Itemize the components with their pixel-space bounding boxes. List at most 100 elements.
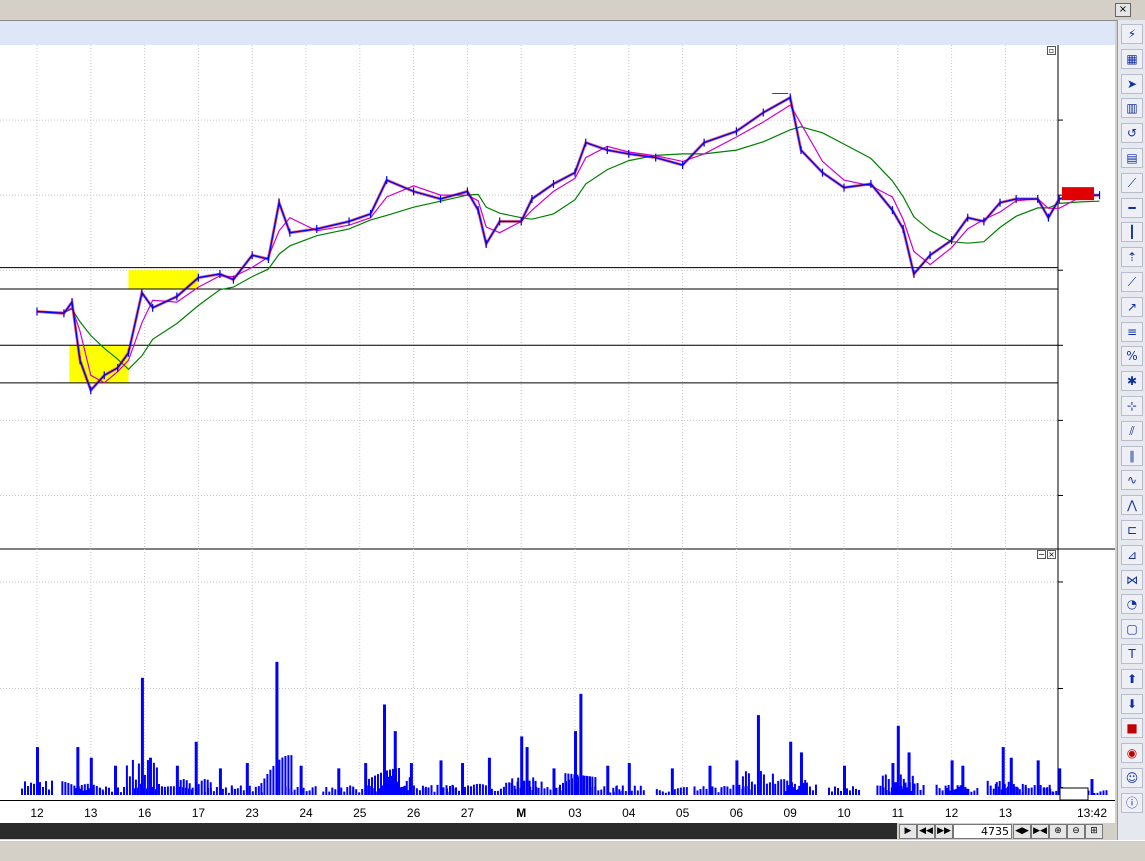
arrow-up-icon[interactable]: ⇡ — [1121, 247, 1143, 268]
zoom-out-icon[interactable]: ⊖ — [1067, 824, 1085, 839]
grid-icon[interactable]: ▥ — [1121, 98, 1143, 119]
volume-bar — [378, 788, 381, 795]
speed-line-icon[interactable]: ⊿ — [1121, 544, 1143, 565]
volume-bar — [765, 783, 768, 795]
fast-forward-icon[interactable]: ▶▶ — [935, 824, 953, 839]
volume-bar — [699, 789, 702, 795]
current-price-box — [1062, 187, 1094, 201]
volume-bar — [105, 786, 108, 795]
volume-bar — [1093, 792, 1096, 795]
smile-icon[interactable]: ☺ — [1121, 768, 1143, 788]
volume-bar — [627, 763, 631, 795]
volume-bar — [738, 784, 741, 795]
zigzag-icon[interactable]: ⋀ — [1121, 495, 1143, 516]
volume-bar — [895, 782, 898, 795]
volume-bar — [1033, 785, 1036, 795]
volume-bar — [42, 786, 44, 795]
info-icon[interactable]: ⓘ — [1121, 792, 1143, 813]
lightning-icon[interactable]: ⚡ — [1121, 24, 1143, 44]
trend-icon[interactable]: ⟋ — [1121, 172, 1143, 193]
restore-icon[interactable]: ▫ — [1047, 46, 1056, 55]
volume-bar — [732, 784, 735, 795]
zoom-in-icon[interactable]: ⊕ — [1049, 824, 1067, 839]
volume-bar — [227, 792, 230, 795]
ray-icon[interactable]: ↗ — [1121, 296, 1143, 317]
scrollbar[interactable]: ▶ ◀◀ ▶▶ 4735 ◀▶ ▶◀ ⊕ ⊖ ⊞ — [0, 823, 1115, 839]
gann-icon[interactable]: ⊹ — [1121, 396, 1143, 416]
chart-area[interactable]: ▫ − × — [0, 45, 1115, 800]
wave-icon[interactable]: ∿ — [1121, 470, 1143, 491]
volume-bar — [125, 765, 128, 795]
volume-bar — [21, 788, 23, 795]
parallel-icon[interactable]: ∥ — [1121, 445, 1143, 466]
volume-bar — [708, 765, 712, 795]
volume-bar — [540, 792, 543, 795]
chart-svg[interactable] — [0, 45, 1115, 800]
fit-icon[interactable]: ⊞ — [1085, 824, 1103, 839]
volume-bar — [636, 790, 639, 795]
volume-bar — [461, 763, 465, 795]
volume-bar — [780, 779, 783, 795]
vertical-line-icon[interactable]: ┃ — [1121, 222, 1143, 243]
list-icon[interactable]: ≡ — [1121, 321, 1143, 342]
volume-bar — [976, 787, 979, 795]
volume-bar — [257, 786, 260, 795]
step-both-icon[interactable]: ◀▶ — [1013, 824, 1031, 839]
film-icon[interactable]: ▦ — [1121, 48, 1143, 69]
volume-bar — [302, 787, 305, 795]
down-arrow-icon[interactable]: ⬇ — [1121, 693, 1143, 714]
andrew-icon[interactable]: ⋈ — [1121, 569, 1143, 590]
fan-icon[interactable]: ✱ — [1121, 371, 1143, 392]
volume-bar — [493, 790, 496, 795]
volume-bar — [427, 787, 430, 795]
circle-icon[interactable]: ◉ — [1121, 743, 1143, 764]
up-arrow-icon[interactable]: ⬆ — [1121, 668, 1143, 689]
diagonal-line-icon[interactable]: ⟋ — [1121, 272, 1143, 292]
channel-icon[interactable]: ⊏ — [1121, 520, 1143, 540]
volume-bar — [750, 781, 753, 795]
rewind-icon[interactable]: ◀◀ — [917, 824, 935, 839]
volume-bar — [328, 791, 331, 795]
crosshair-icon[interactable]: ↺ — [1121, 123, 1143, 144]
volume-bar — [831, 791, 833, 795]
square-icon[interactable]: ■ — [1121, 718, 1143, 739]
text-icon[interactable]: T — [1121, 644, 1143, 664]
volume-bar — [296, 786, 299, 795]
volume-bar — [145, 788, 148, 795]
volume-bar — [346, 787, 349, 795]
volume-bar — [655, 789, 658, 795]
volume-bar — [409, 763, 413, 795]
volume-bar — [618, 791, 621, 795]
table-icon[interactable]: ▤ — [1121, 148, 1143, 168]
cycle-icon[interactable]: ◔ — [1121, 594, 1143, 615]
volume-bar — [849, 790, 851, 795]
horizontal-line-icon[interactable]: ━ — [1121, 197, 1143, 218]
volume-bar — [941, 790, 944, 795]
volume-bar — [858, 789, 860, 795]
volume-bar — [131, 759, 134, 795]
minimize-icon[interactable]: − — [1037, 550, 1046, 559]
volume-bar — [756, 715, 760, 795]
fibonacci-icon[interactable]: % — [1121, 346, 1143, 367]
step-end-icon[interactable]: ▶◀ — [1031, 824, 1049, 839]
volume-bar — [254, 786, 257, 795]
close-icon[interactable]: × — [1115, 3, 1131, 17]
volume-bar — [576, 774, 579, 795]
time-label: 13:42 — [1076, 806, 1107, 820]
volume-bar — [531, 790, 534, 795]
box-icon[interactable]: ▢ — [1121, 619, 1143, 640]
volume-bar — [958, 786, 961, 795]
volume-bar — [311, 787, 314, 795]
volume-bar — [1055, 790, 1058, 795]
fib-channel-icon[interactable]: ⫽ — [1121, 420, 1143, 441]
panel-close-icon[interactable]: × — [1047, 550, 1056, 559]
volume-bar — [633, 785, 636, 795]
bar-count-field[interactable]: 4735 — [953, 824, 1012, 839]
volume-bar — [783, 779, 786, 795]
volume-bar — [242, 790, 245, 795]
volume-bar — [148, 757, 152, 795]
volume-bar — [508, 782, 511, 795]
volume-bar — [478, 783, 481, 795]
play-icon[interactable]: ▶ — [899, 824, 917, 839]
cursor-icon[interactable]: ➤ — [1121, 73, 1143, 94]
